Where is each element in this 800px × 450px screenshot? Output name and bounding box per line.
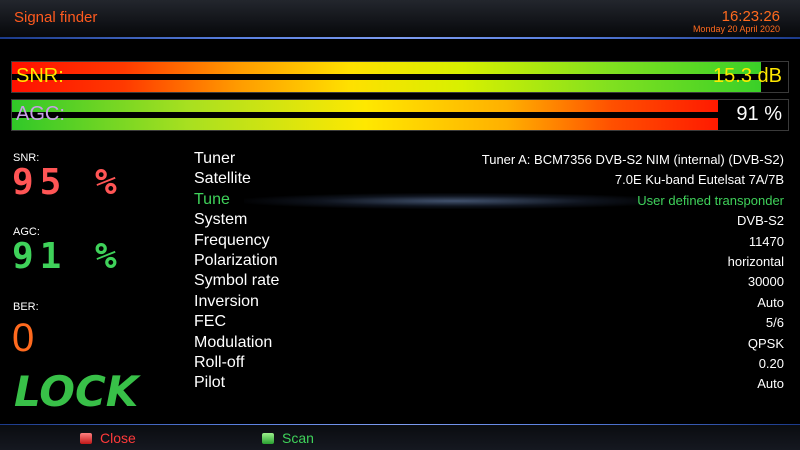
info-row-system: System DVB-S2	[194, 211, 784, 231]
info-value: QPSK	[747, 335, 784, 351]
info-row-satellite: Satellite 7.0E Ku-band Eutelsat 7A/7B	[194, 170, 784, 190]
info-key: Tuner	[194, 150, 236, 167]
info-key: Tune	[194, 190, 230, 208]
info-row-inversion: Inversion Auto	[194, 293, 784, 313]
snr-bar-label: SNR:	[16, 65, 64, 87]
info-key: Polarization	[194, 251, 278, 269]
info-value: Tuner A: BCM7356 DVB-S2 NIM (internal) (…	[481, 152, 784, 167]
close-button[interactable]: Close	[80, 430, 136, 446]
close-button-label: Close	[100, 430, 136, 446]
snr-bar-fill	[12, 62, 761, 92]
snr-bar: SNR: 15.3 dB	[12, 62, 788, 92]
scan-button-label: Scan	[282, 430, 314, 446]
snr-bar-value: 15.3 dB	[713, 65, 782, 87]
header-bar	[0, 0, 800, 38]
clock-time: 16:23:26	[721, 8, 780, 25]
screen-title: Signal finder	[14, 9, 98, 26]
info-key: Pilot	[194, 374, 226, 392]
info-row-fec: FEC 5/6	[194, 313, 784, 333]
info-row-polarization: Polarization horizontal	[194, 252, 784, 272]
info-value: User defined transponder	[637, 192, 784, 208]
info-row-roll-off: Roll-off 0.20	[194, 354, 784, 374]
info-value: Auto	[757, 294, 784, 310]
scan-button[interactable]: Scan	[262, 430, 314, 446]
agc-bar: AGC: 91 %	[12, 100, 788, 130]
agc-bar-label: AGC:	[16, 103, 65, 125]
agc-readout-value: 91 %	[12, 236, 123, 277]
info-value: 5/6	[765, 315, 784, 331]
info-key: Modulation	[194, 333, 273, 351]
info-row-modulation: Modulation QPSK	[194, 334, 784, 354]
agc-bar-value: 91 %	[736, 103, 782, 125]
lock-status: LOCK	[14, 367, 139, 416]
info-value: horizontal	[727, 253, 784, 269]
info-key: Satellite	[194, 170, 251, 188]
info-row-pilot: Pilot Auto	[194, 374, 784, 394]
info-key: Symbol rate	[194, 272, 280, 290]
info-row-frequency: Frequency 11470	[194, 232, 784, 252]
tuner-info-list: Tuner Tuner A: BCM7356 DVB-S2 NIM (intern…	[194, 150, 784, 395]
snr-readout-value: 95 %	[12, 162, 123, 203]
info-key: Frequency	[194, 231, 270, 249]
header-divider	[0, 37, 800, 39]
info-row-tune-selected[interactable]: Tune User defined transponder	[194, 191, 784, 211]
info-value: DVB-S2	[737, 213, 784, 229]
clock-date: Monday 20 April 2020	[692, 24, 780, 34]
info-row-tuner: Tuner Tuner A: BCM7356 DVB-S2 NIM (intern…	[194, 150, 784, 170]
info-value: 7.0E Ku-band Eutelsat 7A/7B	[614, 172, 784, 188]
info-value: 11470	[748, 233, 784, 249]
info-value: Auto	[757, 376, 784, 392]
ber-readout-label: BER:	[13, 301, 39, 313]
info-row-symbol-rate: Symbol rate 30000	[194, 272, 784, 292]
red-key-icon	[80, 432, 92, 444]
ber-readout-value: 0	[12, 316, 35, 360]
info-key: Roll-off	[194, 353, 245, 371]
info-value: 30000	[747, 274, 784, 290]
green-key-icon	[262, 432, 274, 444]
info-key: FEC	[194, 313, 226, 331]
info-key: Inversion	[194, 292, 259, 310]
info-key: System	[194, 211, 248, 229]
agc-bar-fill	[12, 100, 719, 130]
info-value: 0.20	[758, 355, 784, 371]
